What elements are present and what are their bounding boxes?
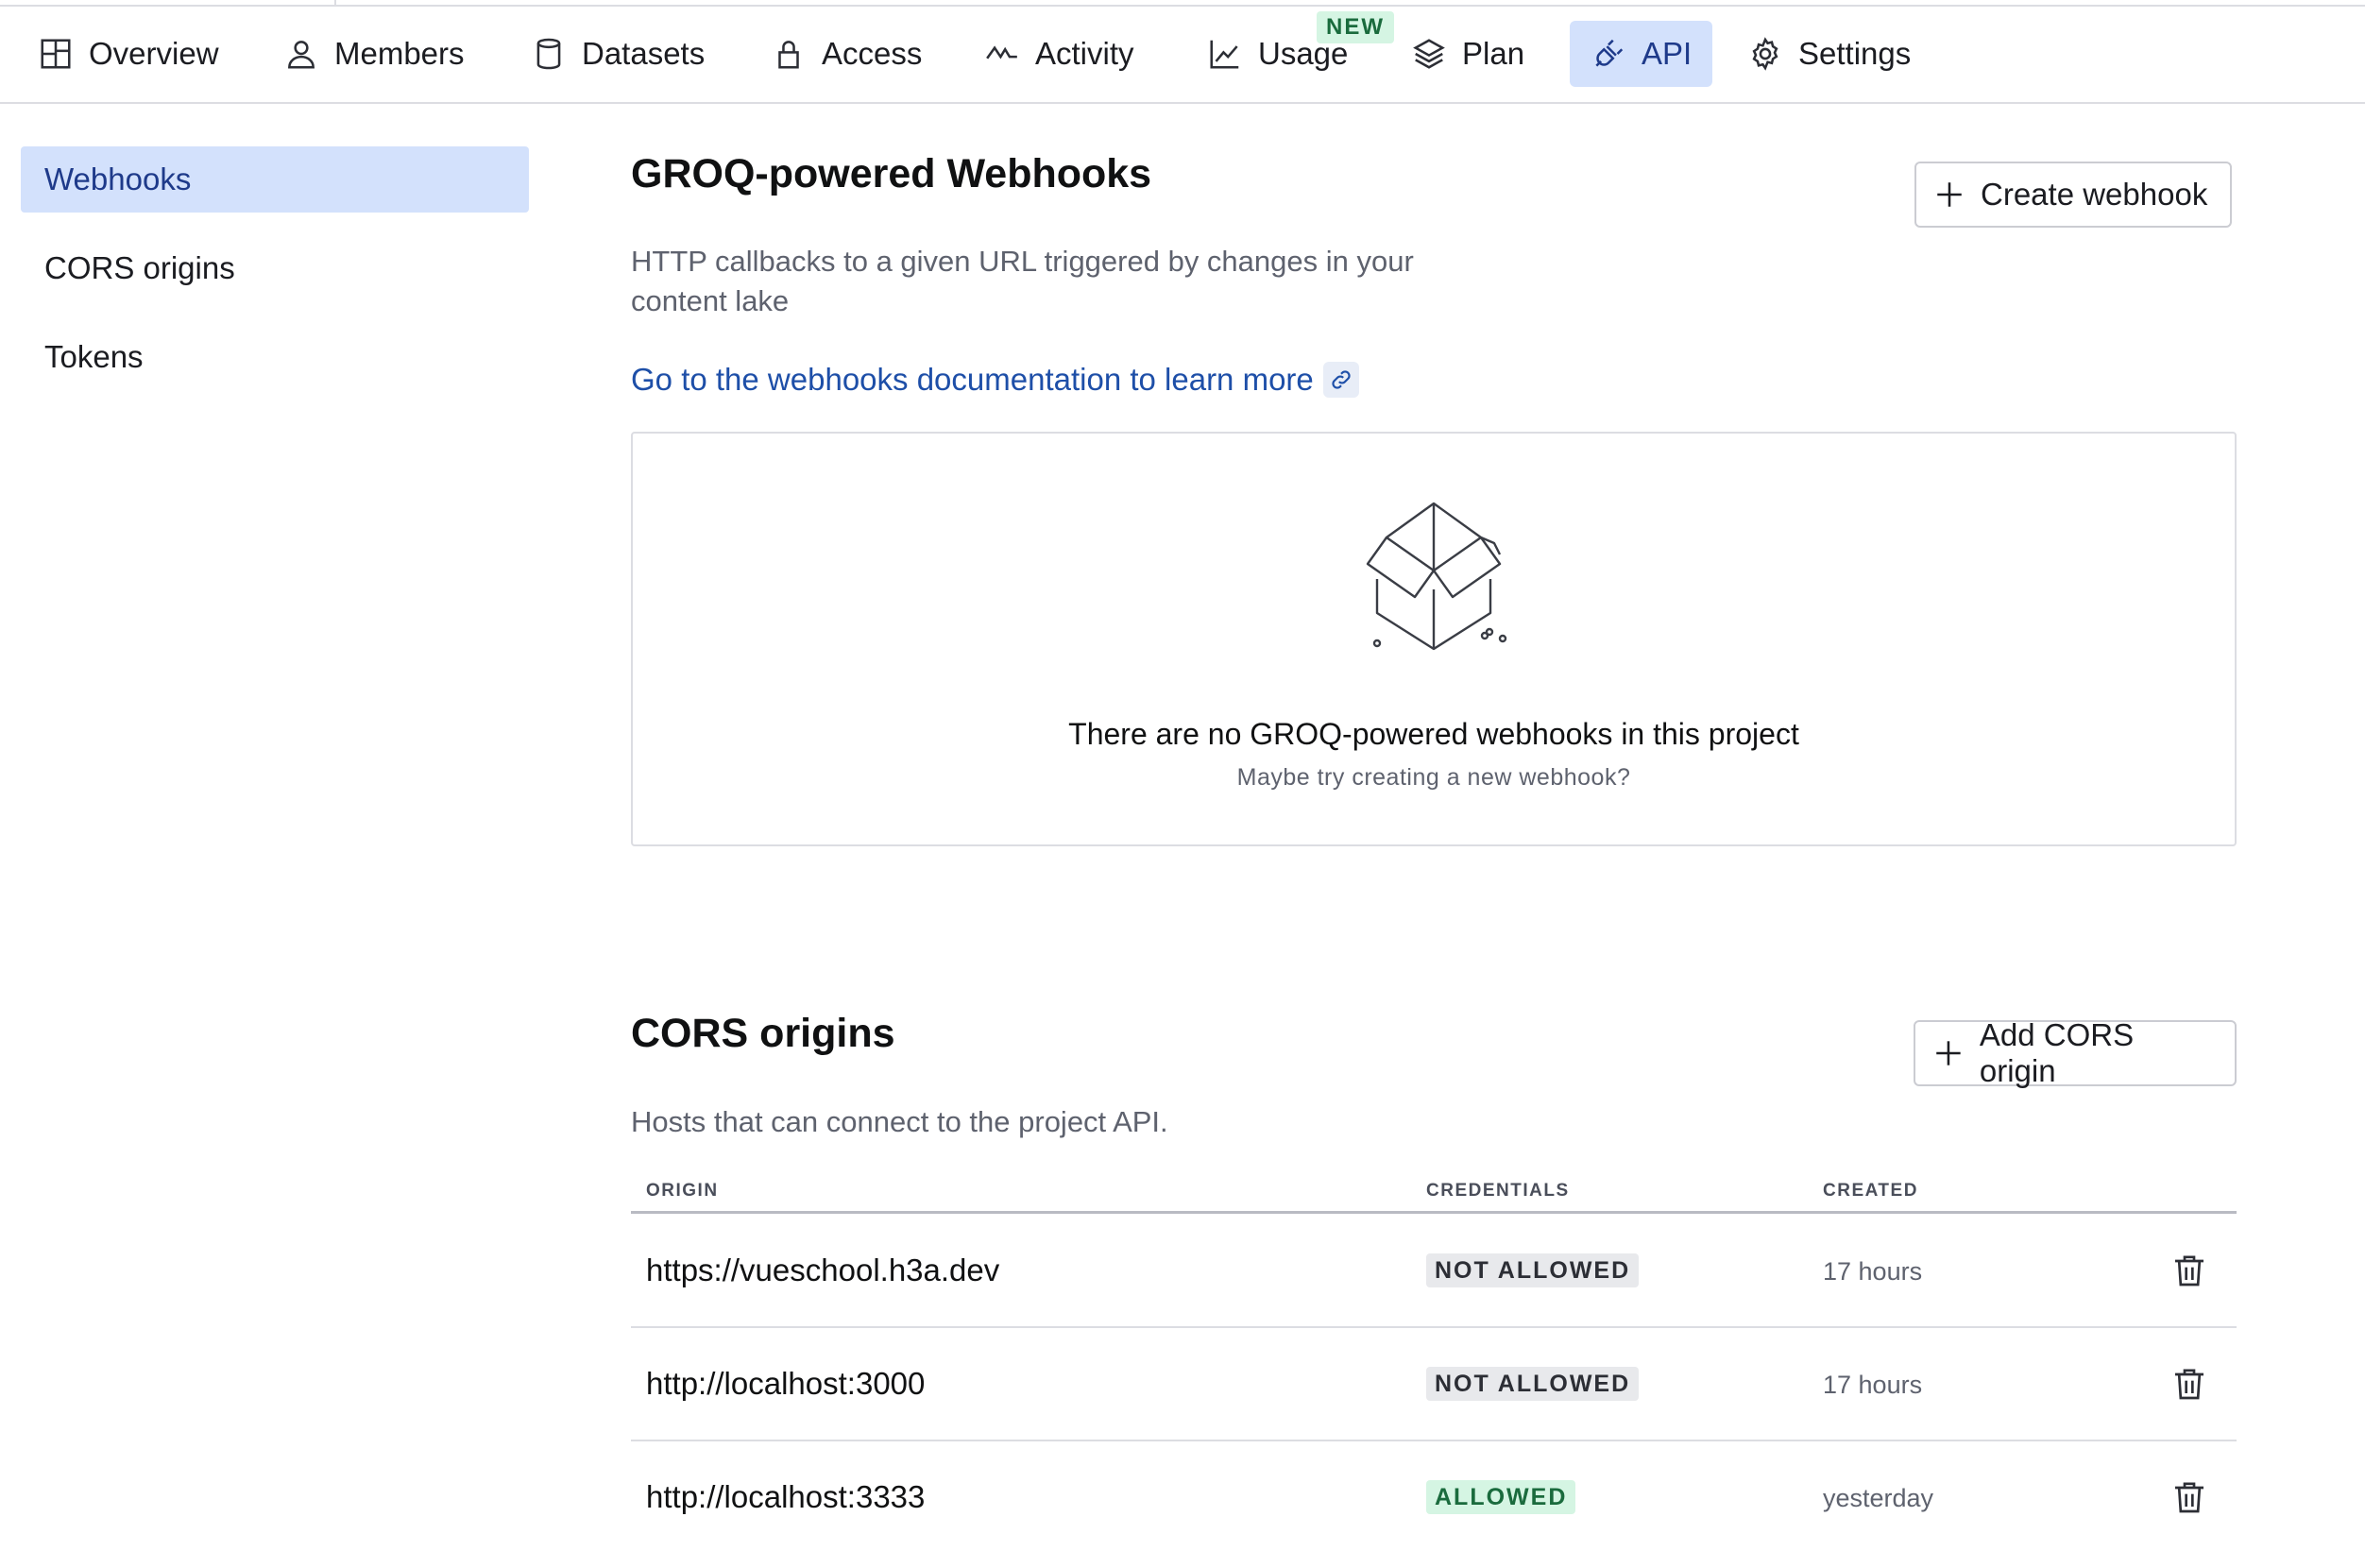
webhooks-description-line: HTTP callbacks to a given URL triggered … (631, 245, 1414, 278)
nav-tab-activity[interactable]: Activity (963, 21, 1155, 87)
sidebar-item-label: Webhooks (44, 162, 192, 196)
create-webhook-label: Create webhook (1981, 177, 2208, 212)
empty-state-subtitle: Maybe try creating a new webhook? (1236, 764, 1631, 791)
webhooks-title: GROQ-powered Webhooks (631, 151, 1152, 196)
webhooks-docs-link[interactable]: Go to the webhooks documentation to lear… (631, 362, 1359, 398)
link-icon (1322, 362, 1359, 398)
created-cell: 17 hours (1823, 1257, 1923, 1286)
nav-tab-members[interactable]: Members (263, 21, 485, 87)
trash-icon[interactable] (2170, 1252, 2208, 1289)
sidebar-item-tokens[interactable]: Tokens (21, 324, 529, 390)
activity-icon (986, 45, 1017, 60)
sidebar-item-webhooks[interactable]: Webhooks (21, 146, 529, 213)
sidebar-item-cors-origins[interactable]: CORS origins (21, 235, 529, 301)
sidebar-item-label: Tokens (44, 339, 144, 374)
create-webhook-button[interactable]: Create webhook (1914, 162, 2232, 228)
credentials-badge: NOT ALLOWED (1426, 1253, 1640, 1287)
nav-tab-label: Plan (1462, 36, 1525, 71)
plus-icon (1937, 182, 1962, 207)
webhooks-description-line: content lake (631, 284, 790, 317)
column-header-created: CREATED (1823, 1181, 1918, 1201)
nav-tab-label: API (1642, 36, 1693, 71)
plus-icon (1936, 1041, 1961, 1065)
credentials-badge: NOT ALLOWED (1426, 1367, 1640, 1401)
window-top-border (0, 0, 2365, 7)
empty-state-title: There are no GROQ-powered webhooks in th… (1068, 717, 1799, 751)
credentials-badge: ALLOWED (1426, 1480, 1576, 1514)
nav-tab-overview[interactable]: Overview (17, 21, 240, 87)
lock-icon (778, 41, 799, 69)
members-icon (288, 41, 315, 69)
cors-description: Hosts that can connect to the project AP… (631, 1105, 1168, 1138)
nav-tab-label: Overview (89, 36, 219, 71)
empty-box-icon (1366, 502, 1507, 651)
add-cors-origin-button[interactable]: Add CORS origin (1914, 1017, 2237, 1088)
trash-icon[interactable] (2170, 1365, 2208, 1403)
origin-cell: https://vueschool.h3a.dev (646, 1253, 1000, 1287)
webhooks-empty-state: There are no GROQ-powered webhooks in th… (631, 432, 2237, 846)
row-divider (631, 1440, 2237, 1441)
overview-icon (41, 39, 71, 69)
column-header-credentials: CREDENTIALS (1426, 1181, 1570, 1201)
origin-cell: http://localhost:3333 (646, 1479, 926, 1514)
nav-tab-label: Settings (1798, 36, 1912, 71)
gear-icon (1752, 37, 1778, 71)
layers-icon (1413, 39, 1445, 69)
nav-tab-label: Activity (1035, 36, 1134, 71)
nav-tab-label: Members (334, 36, 465, 71)
cors-title: CORS origins (631, 1011, 895, 1056)
column-header-origin: ORIGIN (646, 1181, 719, 1201)
trash-icon[interactable] (2170, 1478, 2208, 1516)
created-cell: yesterday (1823, 1484, 1934, 1512)
row-divider (631, 1326, 2237, 1328)
datasets-icon (536, 38, 561, 70)
new-badge: NEW (1317, 11, 1394, 43)
chart-icon (1210, 40, 1239, 69)
plug-icon (1595, 39, 1624, 67)
nav-tab-settings[interactable]: Settings (1727, 21, 1931, 87)
origin-cell: http://localhost:3000 (646, 1366, 926, 1401)
nav-tab-datasets[interactable]: Datasets (510, 21, 725, 87)
nav-tab-api[interactable]: API (1570, 21, 1713, 87)
add-cors-origin-label: Add CORS origin (1979, 1017, 2135, 1088)
docs-link-label: Go to the webhooks documentation to lear… (631, 362, 1314, 397)
created-cell: 17 hours (1823, 1371, 1923, 1399)
project-nav: Overview Members Datasets Access Activit… (0, 7, 2365, 104)
table-header-divider (631, 1211, 2237, 1214)
sidebar-item-label: CORS origins (44, 250, 235, 285)
nav-tab-label: Datasets (582, 36, 706, 71)
webhooks-description: HTTP callbacks to a given URL triggered … (631, 242, 1414, 321)
nav-tab-access[interactable]: Access (750, 21, 943, 87)
nav-tab-label: Access (822, 36, 923, 71)
nav-tab-plan[interactable]: Plan (1390, 21, 1545, 87)
